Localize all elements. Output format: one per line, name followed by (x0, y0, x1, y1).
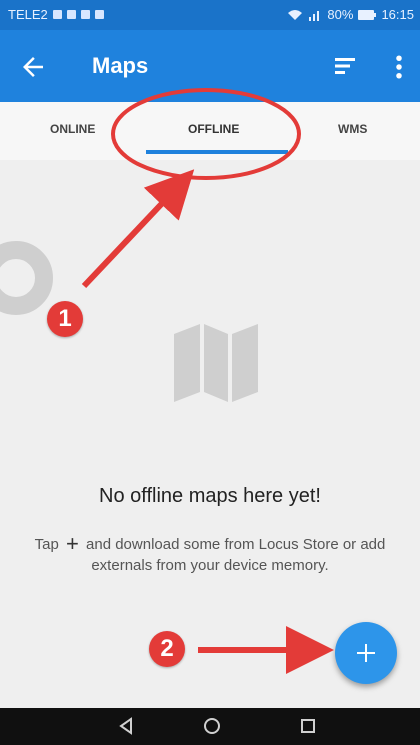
tab-indicator (146, 150, 288, 154)
battery-percent: 80% (327, 7, 354, 22)
plus-icon (357, 644, 375, 662)
annotation-badge-1: 1 (47, 301, 83, 337)
notification-icon (52, 10, 62, 19)
clock: 16:15 (381, 7, 414, 22)
map-icon (174, 324, 258, 402)
system-nav-bar (0, 708, 420, 745)
add-map-button[interactable] (335, 622, 397, 684)
tab-wms[interactable]: WMS (338, 122, 367, 136)
nav-recent-apps-icon[interactable] (298, 716, 318, 736)
arrow-back-icon[interactable] (18, 52, 48, 82)
sort-icon[interactable] (332, 54, 358, 78)
notification-icon (94, 10, 104, 19)
carrier-label: TELE2 (8, 7, 48, 22)
tab-offline[interactable]: OFFLINE (188, 122, 239, 136)
plus-icon: + (65, 531, 79, 556)
more-vert-icon[interactable] (392, 52, 406, 82)
signal-icon (309, 10, 320, 21)
loading-spinner-icon (0, 241, 53, 315)
notification-icon (80, 10, 90, 19)
notification-icon (66, 10, 76, 19)
tab-online[interactable]: ONLINE (50, 122, 95, 136)
nav-back-icon[interactable] (116, 716, 136, 736)
status-right: 80% 16:15 (287, 7, 414, 22)
empty-state-desc-prefix: Tap (34, 536, 59, 553)
annotation-badge-2: 2 (149, 631, 185, 667)
nav-home-icon[interactable] (202, 716, 222, 736)
empty-state-description: Tap + and download some from Locus Store… (20, 533, 400, 576)
page-title: Maps (92, 53, 149, 78)
status-left: TELE2 (8, 7, 104, 22)
empty-state-title: No offline maps here yet! (99, 485, 321, 507)
app-bar: Maps (0, 30, 420, 102)
battery-icon (358, 9, 377, 20)
empty-state-desc-rest: and download some from Locus Store or ad… (86, 536, 386, 574)
wifi-icon (288, 9, 303, 20)
status-bar: TELE2 80% 16:15 (0, 0, 420, 30)
